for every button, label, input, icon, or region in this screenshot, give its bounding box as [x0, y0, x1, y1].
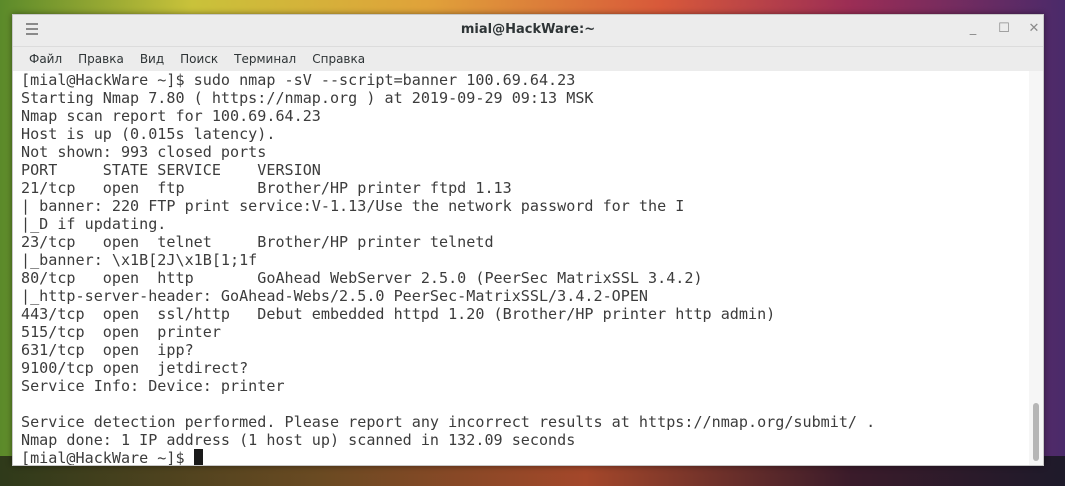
terminal-window: mial@HackWare:~ _ ☐ ✕ Файл Правка Вид По…	[12, 14, 1044, 466]
terminal-line: |_banner: \x1B[2J\x1B[1;1f	[21, 251, 258, 269]
terminal-line: 9100/tcp open jetdirect?	[21, 359, 249, 377]
terminal-prompt: [mial@HackWare ~]$	[21, 449, 194, 465]
terminal-line: 80/tcp open http GoAhead WebServer 2.5.0…	[21, 269, 703, 287]
terminal-line: 631/tcp open ipp?	[21, 341, 194, 359]
terminal-line: 23/tcp open telnet Brother/HP printer te…	[21, 233, 494, 251]
terminal-line: PORT STATE SERVICE VERSION	[21, 161, 321, 179]
terminal-line: [mial@HackWare ~]$ sudo nmap -sV --scrip…	[21, 71, 576, 89]
menu-help[interactable]: Справка	[304, 52, 373, 66]
terminal-line: Starting Nmap 7.80 ( https://nmap.org ) …	[21, 89, 594, 107]
terminal-line: | banner: 220 FTP print service:V-1.13/U…	[21, 197, 685, 215]
terminal-line: Not shown: 993 closed ports	[21, 143, 267, 161]
terminal-output[interactable]: [mial@HackWare ~]$ sudo nmap -sV --scrip…	[13, 71, 1029, 465]
menu-edit[interactable]: Правка	[70, 52, 132, 66]
scrollbar[interactable]	[1029, 71, 1043, 465]
titlebar: mial@HackWare:~ _ ☐ ✕	[13, 15, 1043, 47]
terminal-line: Service Info: Device: printer	[21, 377, 285, 395]
terminal-line: 21/tcp open ftp Brother/HP printer ftpd …	[21, 179, 512, 197]
menu-view[interactable]: Вид	[132, 52, 172, 66]
terminal-line: Host is up (0.015s latency).	[21, 125, 276, 143]
terminal-line: |_http-server-header: GoAhead-Webs/2.5.0…	[21, 287, 649, 305]
terminal-line: |_D if updating.	[21, 215, 167, 233]
close-icon[interactable]: ✕	[1026, 21, 1042, 37]
text-cursor	[193, 449, 203, 465]
minimize-icon[interactable]: _	[965, 21, 981, 37]
menu-file[interactable]: Файл	[21, 52, 70, 66]
window-title: mial@HackWare:~	[460, 22, 596, 37]
terminal-line: 443/tcp open ssl/http Debut embedded htt…	[21, 305, 776, 323]
terminal-line: 515/tcp open printer	[21, 323, 221, 341]
menu-search[interactable]: Поиск	[172, 52, 226, 66]
scrollbar-thumb[interactable]	[1033, 403, 1039, 461]
terminal-line: Service detection performed. Please repo…	[21, 413, 876, 431]
terminal-line: Nmap scan report for 100.69.64.23	[21, 107, 321, 125]
menu-terminal[interactable]: Терминал	[226, 52, 304, 66]
terminal-prompt-line: [mial@HackWare ~]$	[21, 449, 1029, 465]
terminal-line: Nmap done: 1 IP address (1 host up) scan…	[21, 431, 576, 449]
maximize-icon[interactable]: ☐	[996, 21, 1012, 37]
menubar: Файл Правка Вид Поиск Терминал Справка	[13, 47, 1043, 72]
